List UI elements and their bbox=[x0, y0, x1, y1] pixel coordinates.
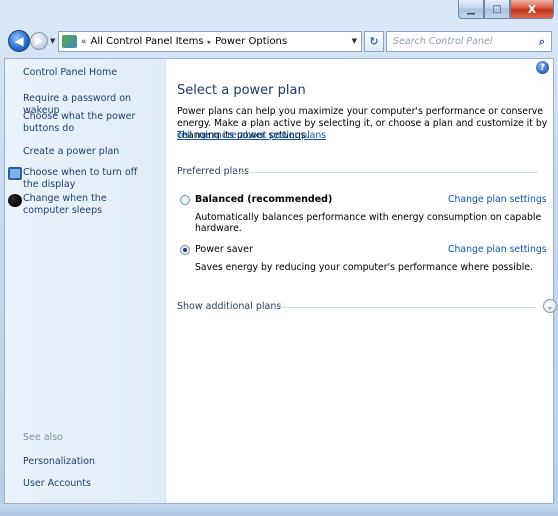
see-also-personalization-link[interactable]: Personalization bbox=[23, 456, 95, 468]
address-bar[interactable]: « All Control Panel Items ▸ Power Option… bbox=[58, 31, 362, 52]
breadcrumb-all-items[interactable]: All Control Panel Items bbox=[91, 36, 204, 47]
search-icon[interactable]: ⌕ bbox=[533, 35, 551, 49]
sidebar-item-power-buttons[interactable]: Choose what the power buttons do bbox=[23, 111, 153, 135]
search-box[interactable]: Search Control Panel ⌕ bbox=[386, 31, 552, 52]
control-panel-home-link[interactable]: Control Panel Home bbox=[23, 67, 117, 79]
breadcrumb-power-options[interactable]: Power Options bbox=[215, 36, 287, 47]
main-panel: ? Select a power plan Power plans can he… bbox=[166, 59, 557, 503]
monitor-icon bbox=[8, 167, 22, 180]
balanced-plan-description: Automatically balances performance with … bbox=[195, 212, 542, 234]
see-also-heading: See also bbox=[23, 432, 63, 443]
forward-button[interactable]: ▶ bbox=[30, 32, 48, 50]
power-saver-plan-name[interactable]: Power saver bbox=[195, 244, 253, 255]
control-panel-icon bbox=[62, 35, 77, 48]
caption-buttons: ▁ □ X bbox=[458, 0, 554, 19]
additional-plans-divider bbox=[272, 307, 536, 308]
show-additional-plans-label[interactable]: Show additional plans bbox=[177, 301, 281, 312]
navigation-bar: ◀ ▶ ▼ « All Control Panel Items ▸ Power … bbox=[0, 28, 558, 56]
chevron-down-icon[interactable]: ⌄ bbox=[543, 299, 557, 313]
help-icon[interactable]: ? bbox=[536, 61, 549, 74]
close-button[interactable]: X bbox=[510, 0, 554, 19]
window-frame: ▁ □ X ◀ ▶ ▼ « All Control Panel Items ▸ … bbox=[0, 0, 558, 516]
power-saver-change-settings-link[interactable]: Change plan settings bbox=[448, 244, 547, 255]
power-saver-plan-radio[interactable] bbox=[180, 245, 190, 255]
sidebar-item-turn-off-display[interactable]: Choose when to turn off the display bbox=[23, 167, 153, 191]
refresh-button[interactable]: ↻ bbox=[364, 31, 384, 52]
recent-pages-dropdown[interactable]: ▼ bbox=[50, 37, 58, 45]
sidebar-item-create-plan[interactable]: Create a power plan bbox=[23, 146, 119, 158]
breadcrumb-overflow-icon[interactable]: « bbox=[81, 37, 87, 47]
breadcrumb-separator-icon[interactable]: ▸ bbox=[208, 38, 212, 46]
see-also-user-accounts-link[interactable]: User Accounts bbox=[23, 478, 91, 490]
learn-more-link[interactable]: Tell me more about power plans bbox=[177, 130, 326, 141]
minimize-button[interactable]: ▁ bbox=[458, 0, 484, 19]
power-saver-plan-description: Saves energy by reducing your computer's… bbox=[195, 262, 533, 273]
balanced-plan-radio[interactable] bbox=[180, 195, 190, 205]
moon-icon bbox=[8, 194, 22, 207]
balanced-change-settings-link[interactable]: Change plan settings bbox=[448, 194, 547, 205]
maximize-button[interactable]: □ bbox=[484, 0, 510, 19]
balanced-plan-name[interactable]: Balanced (recommended) bbox=[195, 194, 332, 205]
task-sidebar: Control Panel Home Require a password on… bbox=[5, 59, 166, 503]
preferred-plans-divider bbox=[236, 172, 538, 173]
window-bottom-border bbox=[0, 504, 558, 516]
sidebar-item-computer-sleeps[interactable]: Change when the computer sleeps bbox=[23, 193, 153, 217]
back-button[interactable]: ◀ bbox=[8, 30, 30, 52]
content-area: Control Panel Home Require a password on… bbox=[4, 58, 557, 504]
page-title: Select a power plan bbox=[177, 83, 306, 98]
title-bar: ▁ □ X bbox=[0, 0, 558, 24]
search-input[interactable]: Search Control Panel bbox=[393, 36, 533, 47]
address-dropdown-icon[interactable]: ▼ bbox=[352, 37, 357, 45]
